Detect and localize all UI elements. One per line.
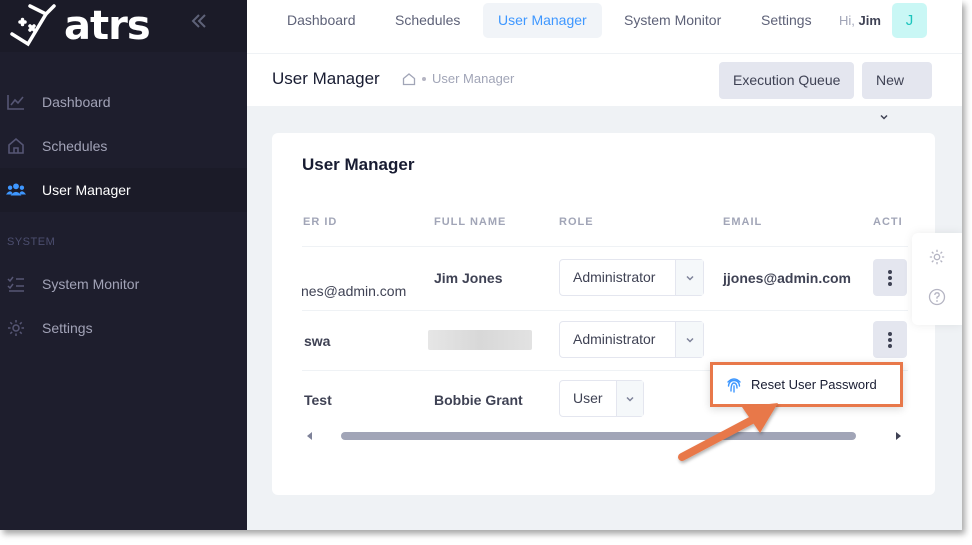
avatar[interactable]: J <box>892 3 927 38</box>
sidebar-item-label: User Manager <box>42 182 131 198</box>
page-toolbar: User Manager User Manager Execution Queu… <box>247 54 962 120</box>
users-icon <box>6 180 26 200</box>
tab-schedules[interactable]: Schedules <box>380 3 475 38</box>
cell-user-id: swa <box>304 333 331 349</box>
help-tool-button[interactable] <box>926 286 948 308</box>
chart-line-icon <box>6 92 26 112</box>
execution-queue-button[interactable]: Execution Queue <box>719 62 855 99</box>
user-manager-card: User Manager ER ID FULL NAME ROLE EMAIL … <box>272 133 935 495</box>
card-title: User Manager <box>302 155 415 174</box>
top-header: Dashboard Schedules User Manager System … <box>247 0 962 54</box>
column-header-actions[interactable]: ACTI <box>873 216 903 228</box>
question-icon <box>928 288 946 306</box>
row-actions-button[interactable] <box>873 259 907 296</box>
redacted-full-name <box>428 330 532 350</box>
chevrons-left-icon <box>191 14 206 28</box>
sidebar-item-system-monitor[interactable]: System Monitor <box>0 262 247 306</box>
role-select[interactable]: Administrator <box>559 259 704 296</box>
new-button[interactable]: New <box>862 62 932 120</box>
tab-system-monitor[interactable]: System Monitor <box>609 3 736 38</box>
row-actions-menu: Reset User Password <box>710 362 903 407</box>
chevron-down-icon <box>615 381 643 416</box>
sidebar-item-label: Schedules <box>42 138 108 154</box>
tab-user-manager[interactable]: User Manager <box>483 3 602 38</box>
user-name: Jim <box>858 13 881 28</box>
breadcrumb-separator <box>422 76 426 81</box>
role-select-value: Administrator <box>573 331 656 347</box>
chevron-down-icon <box>675 322 703 357</box>
app-window: atrs Dashboard Schedules User Manager SY… <box>0 0 962 530</box>
cell-user-id: nes@admin.com <box>302 283 407 299</box>
row-actions-button[interactable] <box>873 321 907 358</box>
column-header-user-id[interactable]: ER ID <box>303 216 337 228</box>
sidebar-item-label: Settings <box>42 320 93 336</box>
home-icon[interactable] <box>402 72 416 86</box>
user-greeting[interactable]: Hi, Jim <box>839 3 881 38</box>
row-divider <box>302 310 908 311</box>
column-header-email[interactable]: EMAIL <box>723 216 762 228</box>
scroll-left-icon[interactable] <box>306 431 314 441</box>
chevron-down-icon <box>675 260 703 295</box>
cell-user-id: Test <box>304 392 332 408</box>
breadcrumb-current: User Manager <box>432 71 515 86</box>
scroll-right-icon[interactable] <box>894 431 902 441</box>
breadcrumb: User Manager <box>402 71 514 86</box>
collapse-sidebar-button[interactable] <box>188 10 210 32</box>
page-title: User Manager <box>272 69 380 88</box>
role-select-value: Administrator <box>573 269 656 285</box>
floating-toolbar <box>912 233 962 325</box>
sidebar-item-user-manager[interactable]: User Manager <box>0 168 247 212</box>
tab-dashboard[interactable]: Dashboard <box>272 3 371 38</box>
tab-settings[interactable]: Settings <box>746 3 827 38</box>
users-table: ER ID FULL NAME ROLE EMAIL ACTI nes@admi… <box>302 205 908 445</box>
gear-icon <box>929 249 945 265</box>
new-button-label: New <box>876 72 905 88</box>
home-icon <box>6 136 26 156</box>
cell-email: jjones@admin.com <box>723 270 852 286</box>
reset-user-password-item[interactable]: Reset User Password <box>751 377 877 392</box>
logo-text: atrs <box>64 3 151 49</box>
brand: atrs <box>0 0 247 52</box>
sidebar-item-schedules[interactable]: Schedules <box>0 124 247 168</box>
sidebar-item-dashboard[interactable]: Dashboard <box>0 80 247 124</box>
chevron-down-icon <box>880 114 888 120</box>
fingerprint-icon <box>727 377 741 393</box>
list-check-icon <box>6 274 26 294</box>
role-select-value: User <box>573 390 603 406</box>
sidebar-item-label: System Monitor <box>42 276 140 292</box>
sidebar-item-label: Dashboard <box>42 94 111 110</box>
column-header-role[interactable]: ROLE <box>559 216 594 228</box>
role-select[interactable]: User <box>559 380 644 417</box>
cell-full-name: Jim Jones <box>434 270 503 286</box>
gear-icon <box>6 318 26 338</box>
sidebar-item-settings[interactable]: Settings <box>0 306 247 350</box>
sidebar-section-label: SYSTEM <box>7 236 56 248</box>
column-header-full-name[interactable]: FULL NAME <box>434 216 506 228</box>
logo-icon <box>10 4 56 47</box>
sidebar-nav: Dashboard Schedules User Manager SYSTEM <box>0 80 247 350</box>
scrollbar-thumb[interactable] <box>341 432 856 440</box>
cell-full-name: Bobbie Grant <box>434 392 523 408</box>
logo[interactable]: atrs <box>6 3 151 49</box>
horizontal-scrollbar[interactable] <box>302 429 908 441</box>
kebab-icon <box>888 331 892 348</box>
role-select[interactable]: Administrator <box>559 321 704 358</box>
kebab-icon <box>888 269 892 286</box>
greeting-prefix: Hi, <box>839 13 855 28</box>
row-divider <box>302 246 908 247</box>
sidebar: atrs Dashboard Schedules User Manager SY… <box>0 0 247 530</box>
settings-tool-button[interactable] <box>926 246 948 268</box>
